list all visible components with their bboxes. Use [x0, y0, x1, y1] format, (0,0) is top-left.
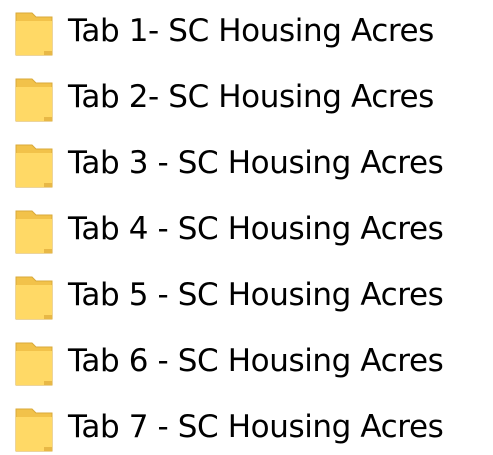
folder-item-tab-4[interactable]: Tab 4 - SC Housing Acres [0, 198, 493, 260]
folder-list: Tab 1- SC Housing Acres Tab 2- SC Housin… [0, 0, 493, 455]
folder-icon [14, 341, 54, 387]
folder-icon [14, 275, 54, 321]
folder-icon [14, 77, 54, 123]
folder-icon [14, 407, 54, 453]
folder-item-tab-2[interactable]: Tab 2- SC Housing Acres [0, 66, 493, 128]
folder-item-tab-6[interactable]: Tab 6 - SC Housing Acres [0, 330, 493, 392]
folder-name: Tab 4 - SC Housing Acres [68, 211, 444, 247]
folder-name: Tab 5 - SC Housing Acres [68, 277, 444, 313]
folder-name: Tab 1- SC Housing Acres [68, 13, 434, 49]
folder-item-tab-7[interactable]: Tab 7 - SC Housing Acres [0, 396, 493, 455]
folder-name: Tab 3 - SC Housing Acres [68, 145, 444, 181]
folder-item-tab-1[interactable]: Tab 1- SC Housing Acres [0, 0, 493, 62]
folder-name: Tab 2- SC Housing Acres [68, 79, 434, 115]
folder-name: Tab 6 - SC Housing Acres [68, 343, 444, 379]
folder-icon [14, 143, 54, 189]
folder-icon [14, 209, 54, 255]
folder-item-tab-5[interactable]: Tab 5 - SC Housing Acres [0, 264, 493, 326]
folder-icon [14, 11, 54, 57]
folder-item-tab-3[interactable]: Tab 3 - SC Housing Acres [0, 132, 493, 194]
folder-name: Tab 7 - SC Housing Acres [68, 409, 444, 445]
